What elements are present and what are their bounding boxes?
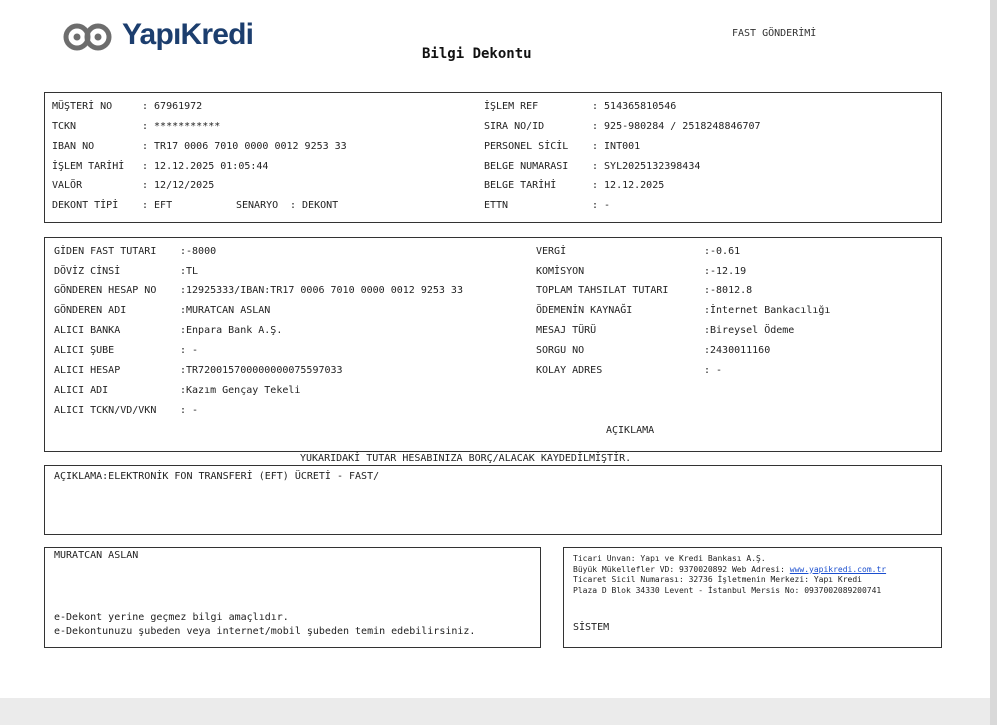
bank-website-link[interactable]: www.yapikredi.com.tr: [790, 565, 886, 574]
detail-value: :-0.61: [704, 246, 741, 257]
info-value: : 925-980284 / 2518248846707: [592, 121, 761, 132]
detail-value: :-8012.8: [704, 285, 753, 296]
detail-value: :12925333/IBAN:TR17 0006 7010 0000 0012 …: [180, 285, 463, 296]
edekont-note: e-Dekont yerine geçmez bilgi amaçlıdır.: [54, 612, 289, 623]
detail-label: MESAJ TÜRÜ: [536, 325, 597, 336]
info-value: : 514365810546: [592, 101, 677, 112]
customer-footer-box: MURATCAN ASLAN e-Dekont yerine geçmez bi…: [44, 547, 541, 648]
detail-label: ALICI ADI: [54, 385, 109, 396]
detail-value: :2430011160: [704, 345, 771, 356]
info-value: : 12.12.2025: [592, 180, 665, 191]
info-label: BELGE NUMARASI: [484, 161, 569, 172]
transfer-details-box: GİDEN FAST TUTARI :-8000 DÖVİZ CİNSİ :TL…: [44, 237, 942, 452]
service-type: FAST GÖNDERİMİ: [732, 28, 817, 39]
bank-tax-info: Büyük Mükellefler VD: 9370020892 Web Adr…: [573, 564, 790, 574]
detail-label: ÖDEMENİN KAYNAĞI: [536, 305, 633, 316]
info-value: : -: [592, 200, 611, 211]
page-edge: [990, 0, 997, 725]
description-text: AÇIKLAMA:ELEKTRONİK FON TRANSFERİ (EFT) …: [54, 471, 380, 482]
info-label: İŞLEM TARİHİ: [52, 161, 125, 172]
info-label: İŞLEM REF: [484, 101, 539, 112]
receipt-page: YapıKredi Bilgi Dekontu FAST GÖNDERİMİ M…: [0, 0, 990, 698]
detail-value: :Kazım Gençay Tekeli: [180, 385, 301, 396]
detail-label: ALICI HESAP: [54, 365, 121, 376]
detail-value: :Enpara Bank A.Ş.: [180, 325, 283, 336]
detail-label: TOPLAM TAHSILAT TUTARI: [536, 285, 669, 296]
detail-value: : -: [180, 405, 199, 416]
detail-label: ALICI BANKA: [54, 325, 121, 336]
info-value: : 67961972: [142, 101, 203, 112]
info-label: TCKN: [52, 121, 77, 132]
bank-info-line: Büyük Mükellefler VD: 9370020892 Web Adr…: [573, 565, 886, 576]
edekont-note: e-Dekontunuzu şubeden veya internet/mobi…: [54, 626, 476, 637]
detail-label: KOMİSYON: [536, 266, 585, 277]
detail-label: SORGU NO: [536, 345, 585, 356]
detail-value: :Bireysel Ödeme: [704, 325, 795, 336]
debit-notice: YUKARIDAKİ TUTAR HESABINIZA BORÇ/ALACAK …: [300, 453, 632, 464]
detail-label: DÖVİZ CİNSİ: [54, 266, 121, 277]
bank-info-line: Ticaret Sicil Numarası: 32736 İşletmenin…: [573, 575, 862, 585]
detail-value: :TR720015700000000075597033: [180, 365, 343, 376]
detail-value: :İnternet Bankacılığı: [704, 305, 831, 316]
info-label: VALÖR: [52, 180, 83, 191]
detail-value: :-8000: [180, 246, 217, 257]
detail-label: GÖNDEREN HESAP NO: [54, 285, 157, 296]
document-title: Bilgi Dekontu: [422, 46, 532, 62]
info-label: SIRA NO/ID: [484, 121, 545, 132]
info-label: DEKONT TİPİ: [52, 200, 119, 211]
info-label: BELGE TARİHİ: [484, 180, 557, 191]
detail-value: : -: [180, 345, 199, 356]
info-value: : ***********: [142, 121, 221, 132]
info-label: ETTN: [484, 200, 509, 211]
info-value: : EFT: [142, 200, 173, 211]
detail-value: :TL: [180, 266, 199, 277]
bank-info-line: Plaza D Blok 34330 Levent - İstanbul Mer…: [573, 586, 882, 596]
info-label: IBAN NO: [52, 141, 95, 152]
info-label: PERSONEL SİCİL: [484, 141, 569, 152]
detail-label: VERGİ: [536, 246, 567, 257]
detail-value: : -: [704, 365, 723, 376]
brand-name: YapıKredi: [122, 18, 254, 51]
info-value: : 12/12/2025: [142, 180, 215, 191]
detail-label: GİDEN FAST TUTARI: [54, 246, 157, 257]
info-value: : TR17 0006 7010 0000 0012 9253 33: [142, 141, 347, 152]
yapikredi-logo-icon: [63, 23, 112, 51]
info-label: MÜŞTERİ NO: [52, 101, 113, 112]
detail-value: :MURATCAN ASLAN: [180, 305, 271, 316]
scenario-value: : DEKONT: [290, 200, 339, 211]
system-label: SİSTEM: [573, 622, 610, 633]
aciklama-heading: AÇIKLAMA: [606, 425, 655, 436]
detail-label: KOLAY ADRES: [536, 365, 603, 376]
detail-label: ALICI ŞUBE: [54, 345, 115, 356]
description-box: AÇIKLAMA:ELEKTRONİK FON TRANSFERİ (EFT) …: [44, 465, 942, 535]
bank-info-line: Ticari Unvan: Yapı ve Kredi Bankası A.Ş.: [573, 554, 766, 563]
customer-info-box: MÜŞTERİ NO : 67961972 TCKN : ***********…: [44, 92, 942, 223]
info-value: : SYL2025132398434: [592, 161, 701, 172]
info-value: : INT001: [592, 141, 641, 152]
detail-label: GÖNDEREN ADI: [54, 305, 127, 316]
yapikredi-logo: YapıKredi: [62, 18, 254, 56]
info-value: : 12.12.2025 01:05:44: [142, 161, 269, 172]
detail-value: :-12.19: [704, 266, 747, 277]
customer-name: MURATCAN ASLAN: [54, 550, 139, 561]
scenario-label: SENARYO: [236, 200, 279, 211]
bank-info-box: Ticari Unvan: Yapı ve Kredi Bankası A.Ş.…: [563, 547, 942, 648]
detail-label: ALICI TCKN/VD/VKN: [54, 405, 157, 416]
